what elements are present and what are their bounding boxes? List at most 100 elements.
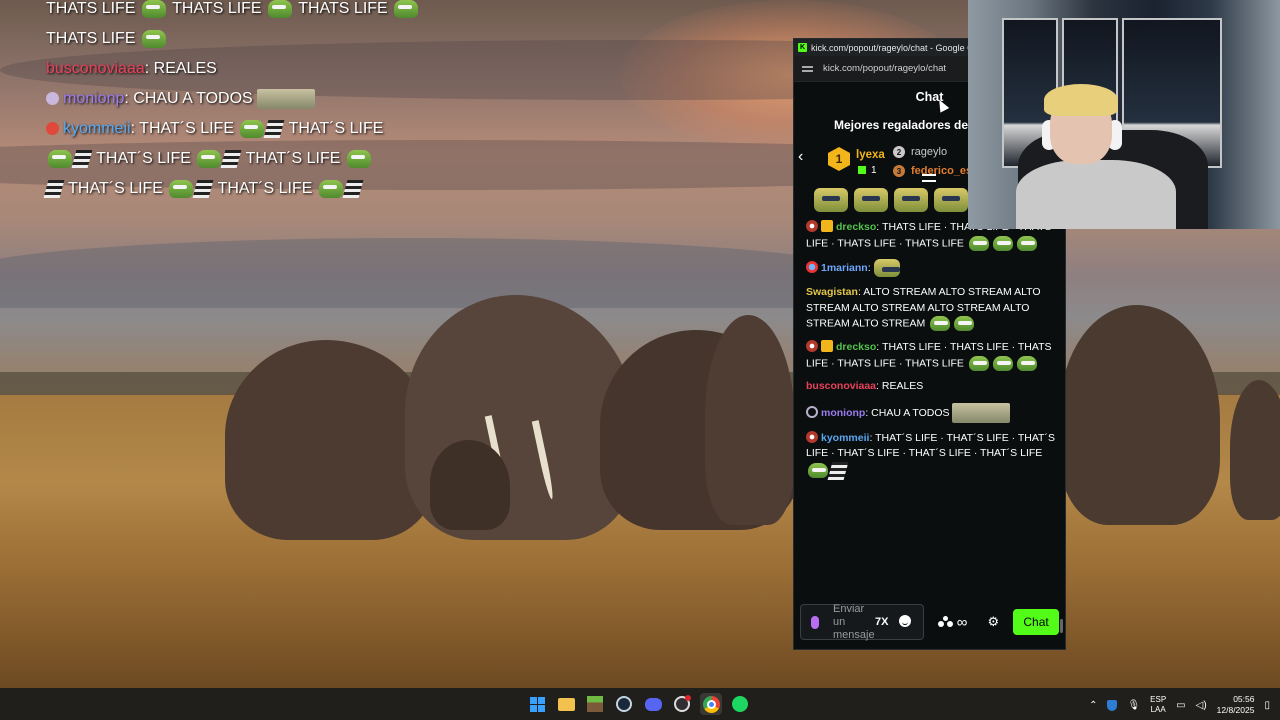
drag-handle-icon[interactable]: [922, 174, 936, 182]
pepe-emote: [930, 316, 951, 332]
chat-username[interactable]: drecksо: [836, 221, 876, 233]
spotify-icon[interactable]: [729, 693, 751, 715]
rank-1-badge: 1: [828, 147, 850, 171]
chat-username[interactable]: Swagistan: [806, 286, 858, 298]
chat-message: drecksо: THATS LIFE · THATS LIFE · THATS…: [806, 340, 1052, 371]
gift-badge-icon: [821, 220, 833, 232]
overlay-chat-line: monionp: CHAU A TODOS: [46, 84, 406, 114]
pepe-emote: [954, 316, 975, 332]
file-explorer-icon[interactable]: [555, 693, 577, 715]
piano-emote: [193, 179, 214, 198]
overlay-chat-line: THATS LIFE THATS LIFE THATS LIFE: [46, 0, 419, 24]
gift-count: 1: [858, 165, 877, 176]
site-settings-icon[interactable]: [802, 64, 813, 73]
chat-messages[interactable]: drecksо: THATS LIFE · THATS LIFE · THATS…: [794, 220, 1065, 480]
microphone-icon[interactable]: [811, 615, 819, 629]
overlay-username: busconoviaaa: [46, 60, 145, 77]
chat-username[interactable]: 1mariann: [821, 262, 868, 274]
chevron-up-icon[interactable]: ⌃: [1089, 700, 1097, 711]
chat-username[interactable]: busconoviaaa: [806, 380, 876, 392]
pepe-emote: [1016, 235, 1037, 251]
chat-message: 1mariann:: [806, 259, 1055, 278]
notification-icon[interactable]: ▯: [1264, 700, 1270, 711]
chat-message: monionp: CHAU A TODOS: [806, 402, 1055, 423]
defender-icon[interactable]: [1107, 699, 1118, 711]
emote-menu-icon[interactable]: 7X: [875, 616, 888, 628]
user-badge-icon: [806, 340, 818, 353]
chat-message: busconoviaaa: REALES: [806, 380, 924, 393]
elephant-calf: [430, 440, 510, 530]
pepe-emote: [394, 0, 419, 18]
pepe-emote: [268, 0, 293, 18]
piano-emote: [827, 461, 849, 480]
obs-icon[interactable]: [671, 693, 693, 715]
streamer-hair: [1044, 84, 1118, 116]
points-icon[interactable]: [937, 616, 954, 628]
cat-emote: [854, 188, 888, 212]
pepe-emote: [992, 235, 1013, 251]
pepe-emote: [141, 29, 166, 48]
chrome-icon[interactable]: [700, 693, 722, 715]
clock[interactable]: 05:56 12/8/2025: [1217, 694, 1255, 716]
overlay-chat-line: THATS LIFE: [46, 24, 406, 54]
user-badge-icon: [806, 220, 818, 232]
input-language[interactable]: ESP LAA: [1150, 695, 1166, 715]
overlay-username: kyommeii: [63, 120, 131, 137]
discord-icon[interactable]: [642, 693, 664, 715]
volume-icon[interactable]: ◁): [1196, 700, 1207, 711]
pepe-emote: [240, 119, 265, 138]
network-icon[interactable]: ▭: [1176, 700, 1185, 711]
pepe-emote: [48, 149, 72, 168]
infinity-icon[interactable]: ∞: [957, 614, 968, 631]
system-tray: ⌃ 🎙 ESP LAA ▭ ◁) 05:56 12/8/2025 ▯: [1089, 694, 1270, 716]
cat-emote: [894, 188, 928, 212]
chat-composer: Enviar un mensaje 7X ∞ ⚙ Chat: [794, 595, 1065, 649]
gifter-name[interactable]: lyexa: [856, 149, 885, 161]
minecraft-icon[interactable]: [584, 693, 606, 715]
streamer: [1016, 160, 1176, 229]
piano-emote: [71, 149, 93, 168]
user-badge-icon: [806, 405, 818, 418]
cat-emote: [814, 188, 848, 212]
user-badge-icon: [806, 430, 818, 443]
chat-username[interactable]: drecksо: [836, 341, 876, 353]
picture-emote: [257, 88, 316, 109]
steam-icon[interactable]: [613, 693, 635, 715]
pepe-emote: [1016, 355, 1037, 371]
chat-username[interactable]: monionp: [821, 407, 865, 419]
piano-emote: [221, 149, 242, 168]
chat-input[interactable]: Enviar un mensaje 7X: [800, 602, 924, 641]
microphone-icon[interactable]: 🎙: [1127, 700, 1140, 711]
elephant: [225, 340, 435, 540]
pepe-emote: [197, 149, 222, 168]
windows-start-icon[interactable]: [526, 693, 548, 715]
chevron-left-icon[interactable]: ‹: [798, 148, 803, 166]
overlay-chat-line: busconoviaaa: REALES: [46, 60, 217, 77]
picture-emote: [952, 402, 1011, 423]
kick-logo-icon: K: [798, 43, 807, 52]
overlay-chat-line: THAT´S LIFE THAT´S LIFE: [46, 144, 406, 174]
gift-badge-icon: [821, 340, 833, 353]
piano-emote: [342, 179, 364, 198]
elephant: [1230, 380, 1280, 520]
mouse-cursor-icon: [934, 97, 950, 113]
piano-emote: [43, 179, 65, 198]
rank-3-badge: 3: [893, 165, 905, 178]
send-chat-button[interactable]: Chat: [1013, 609, 1059, 635]
gifter-entry[interactable]: 2 rageylo: [893, 146, 947, 159]
overlay-chat-line: kyommeii: THAT´S LIFE THAT´S LIFE: [46, 114, 406, 144]
pepe-emote: [968, 355, 989, 371]
elephant: [1060, 305, 1220, 525]
chat-input-placeholder: Enviar un mensaje: [833, 602, 875, 641]
gift-icon: [858, 166, 866, 174]
cat-emote: [934, 188, 968, 212]
taskbar-pinned-apps: [526, 693, 751, 715]
pepe-emote: [968, 235, 989, 251]
piano-emote: [264, 119, 285, 138]
pepe-emote: [141, 0, 166, 18]
mountain: [0, 238, 860, 308]
gear-icon[interactable]: ⚙: [987, 614, 999, 630]
chat-message: kyommeii: THAT´S LIFE · THAT´S LIFE · TH…: [806, 430, 1055, 480]
chat-username[interactable]: kyommeii: [821, 432, 869, 444]
emoji-picker-icon[interactable]: [899, 615, 911, 627]
